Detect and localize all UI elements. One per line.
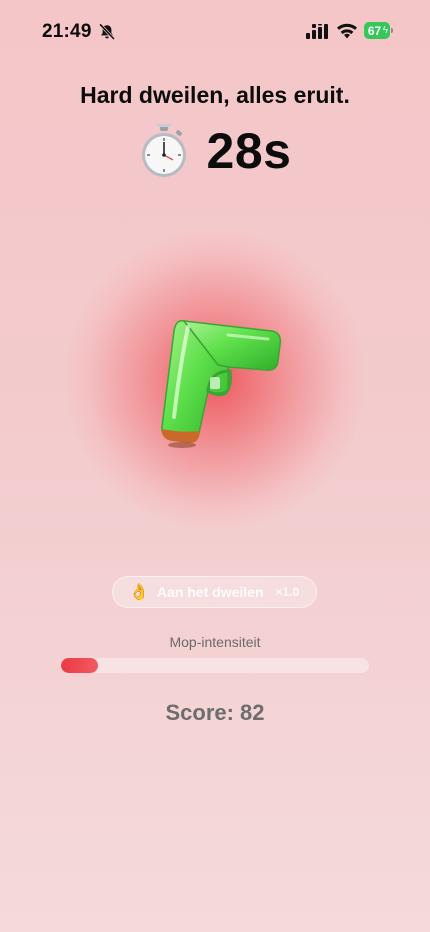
- mode-multiplier: ×1.0: [275, 585, 300, 599]
- mode-badge: 👌 Aan het dweilen ×1.0: [112, 576, 317, 608]
- charging-bolt-icon: ϟ: [382, 25, 388, 36]
- score-text: Score: 82: [165, 700, 265, 725]
- stopwatch-icon: [141, 124, 186, 177]
- status-time: 21:49: [42, 21, 92, 42]
- cellular-signal-icon: [306, 24, 328, 39]
- mode-label: Aan het dweilen: [156, 584, 264, 600]
- ok-hand-icon: 👌: [129, 584, 149, 601]
- timer-row: 28s: [0, 122, 430, 180]
- intensity-bar-fill: [61, 658, 98, 673]
- timer-value: 28s: [206, 123, 292, 179]
- wifi-icon: [337, 23, 357, 39]
- game-headline: Hard dweilen, alles eruit.: [80, 82, 350, 108]
- status-bar: 21:49 67 ϟ: [0, 0, 430, 60]
- water-pistol-icon[interactable]: [148, 305, 288, 450]
- bell-slash-icon: [99, 23, 115, 40]
- battery-icon: 67 ϟ: [364, 22, 394, 39]
- intensity-label: Mop-intensiteit: [169, 634, 261, 650]
- intensity-bar: [61, 658, 369, 673]
